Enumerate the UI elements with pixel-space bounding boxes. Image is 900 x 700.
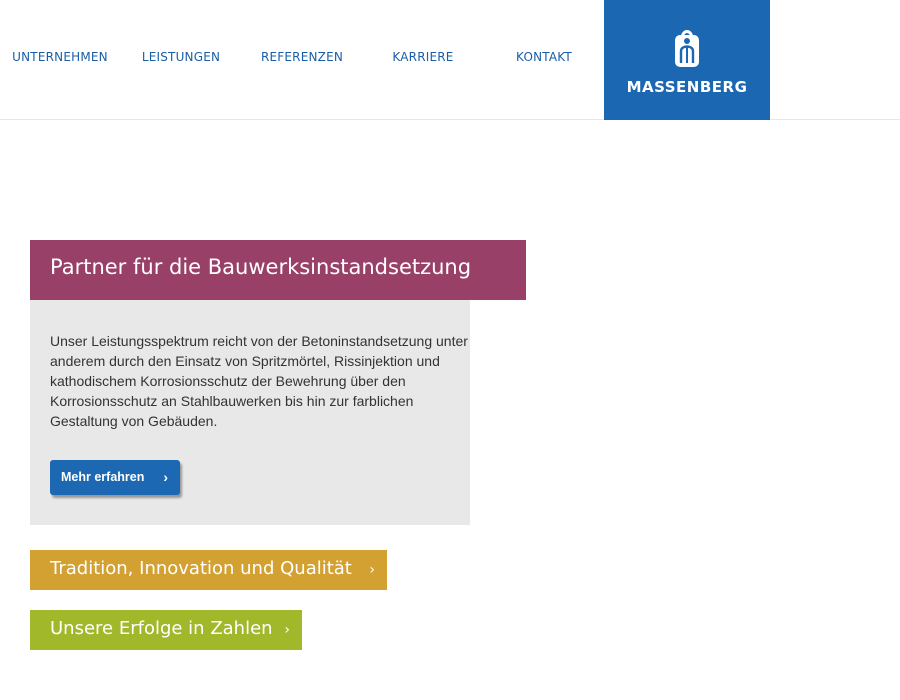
logo[interactable]: MASSENBERG: [604, 0, 770, 120]
massenberg-emblem-icon: [675, 30, 699, 67]
nav-item-karriere[interactable]: KARRIERE: [392, 50, 453, 68]
mehr-erfahren-button[interactable]: Mehr erfahren ›: [50, 460, 180, 495]
logo-wordmark: MASSENBERG: [626, 78, 748, 96]
tradition-link-label: Tradition, Innovation und Qualität: [50, 558, 352, 579]
chevron-right-icon: ›: [369, 562, 375, 578]
chevron-right-icon: ›: [163, 469, 168, 485]
hero-title: Partner für die Bauwerksinstandsetzung: [30, 240, 526, 300]
nav-item-leistungen[interactable]: LEISTUNGEN: [142, 50, 220, 68]
nav-item-kontakt[interactable]: KONTAKT: [516, 50, 572, 68]
hero-teaser: Unser Leistungsspektrum reicht von der B…: [30, 300, 470, 525]
tradition-link[interactable]: Tradition, Innovation und Qualität ›: [30, 550, 387, 590]
nav-item-referenzen[interactable]: REFERENZEN: [261, 50, 343, 68]
site-header: UNTERNEHMEN LEISTUNGEN REFERENZEN KARRIE…: [0, 0, 900, 120]
erfolge-link[interactable]: Unsere Erfolge in Zahlen ›: [30, 610, 302, 650]
hero-description: Unser Leistungsspektrum reicht von der B…: [50, 333, 468, 429]
chevron-right-icon: ›: [284, 622, 290, 638]
nav-item-unternehmen[interactable]: UNTERNEHMEN: [12, 50, 108, 68]
erfolge-link-label: Unsere Erfolge in Zahlen: [50, 618, 273, 639]
mehr-erfahren-label: Mehr erfahren: [61, 470, 145, 484]
